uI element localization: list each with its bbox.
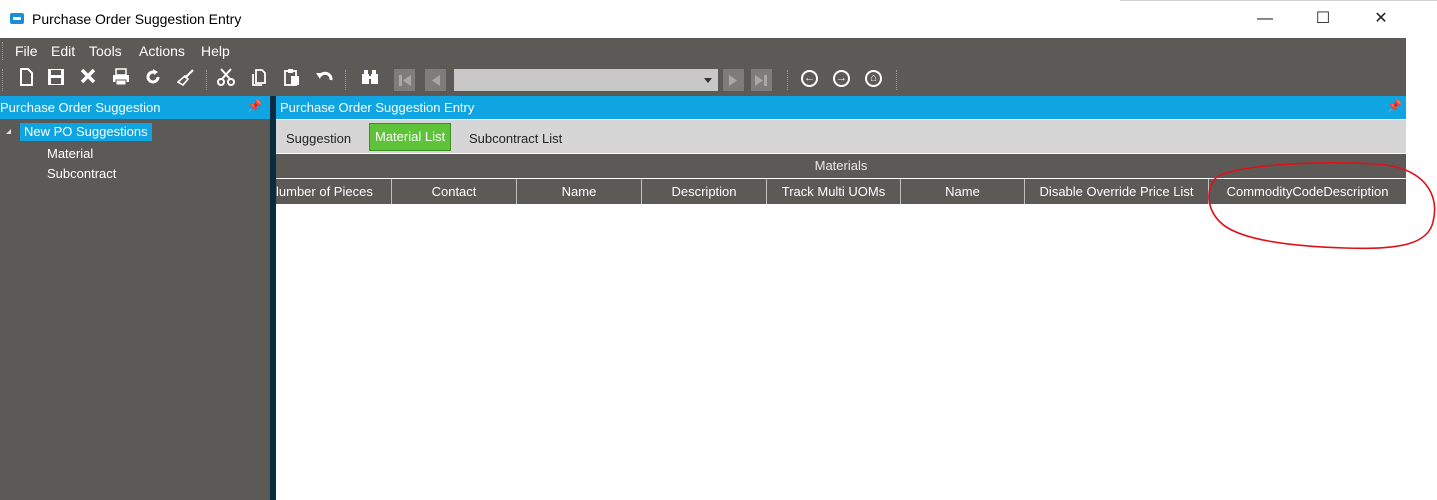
tree-expand-icon[interactable] [6,129,11,134]
new-icon[interactable] [15,68,37,90]
window-title-bar: Purchase Order Suggestion Entry — ☐ ✕ [0,0,1406,38]
paste-icon[interactable] [281,68,303,90]
maximize-button[interactable]: ☐ [1294,0,1352,38]
main-panel: Purchase Order Suggestion Entry 📌 Sugges… [276,96,1406,500]
tree-panel-header: Purchase Order Suggestion 📌 [0,96,270,119]
forward-icon[interactable]: → [833,70,850,87]
print-icon[interactable] [110,68,132,90]
tree-panel-title: Purchase Order Suggestion [0,100,161,115]
tab-strip: Suggestion Material List Subcontract Lis… [276,120,1406,153]
next-record-icon[interactable] [723,69,744,91]
save-icon[interactable] [45,68,67,90]
column-header-disable-override-price-list[interactable]: Disable Override Price List [1025,179,1209,204]
menu-tools[interactable]: Tools [89,43,122,59]
column-header-name-2[interactable]: Name [901,179,1025,204]
close-button[interactable]: ✕ [1352,0,1410,38]
column-header-contact[interactable]: Contact [392,179,517,204]
back-icon[interactable]: ← [801,70,818,87]
chevron-down-icon [704,78,712,83]
pin-icon[interactable]: 📌 [1387,99,1402,113]
tab-suggestion[interactable]: Suggestion [286,126,351,150]
pin-icon[interactable]: 📌 [247,99,262,113]
window-title: Purchase Order Suggestion Entry [32,11,242,27]
tab-material-list[interactable]: Material List [369,123,452,151]
minimize-button[interactable]: — [1236,0,1294,38]
home-icon[interactable]: ⌂ [865,70,882,87]
record-dropdown[interactable] [454,69,718,91]
toolbar-separator [206,70,208,90]
app-icon [10,13,24,24]
tree-node-new-po-suggestions[interactable]: New PO Suggestions [20,123,152,141]
main-panel-title: Purchase Order Suggestion Entry [280,100,475,115]
last-record-icon[interactable] [751,69,772,91]
delete-icon[interactable] [77,68,99,90]
column-header-number-of-pieces[interactable]: lumber of Pieces [276,179,392,204]
grid-group-header: Materials [276,154,1406,178]
previous-record-icon[interactable] [425,69,446,91]
tree-node-material[interactable]: Material [47,146,93,161]
main-panel-header: Purchase Order Suggestion Entry 📌 [276,96,1406,119]
refresh-icon[interactable] [142,68,164,90]
menu-grip [2,42,6,60]
menu-help[interactable]: Help [201,43,230,59]
tree-panel: Purchase Order Suggestion 📌 New PO Sugge… [0,96,270,500]
undo-icon[interactable] [313,68,335,90]
clear-icon[interactable] [175,68,197,90]
toolbar: ← → ⌂ [0,64,1406,96]
tab-subcontract-list[interactable]: Subcontract List [469,126,562,150]
window-border [1120,0,1437,1]
first-record-icon[interactable] [394,69,415,91]
menu-edit[interactable]: Edit [51,43,75,59]
menu-actions[interactable]: Actions [139,43,185,59]
cut-icon[interactable] [215,68,237,90]
tree-node-subcontract[interactable]: Subcontract [47,166,116,181]
column-header-commodity-code-description[interactable]: CommodityCodeDescription [1209,179,1406,204]
copy-icon[interactable] [248,68,270,90]
toolbar-separator [345,70,347,90]
column-header-name[interactable]: Name [517,179,642,204]
menu-file[interactable]: File [15,43,38,59]
toolbar-grip [2,69,6,91]
find-icon[interactable] [359,68,381,90]
column-header-description[interactable]: Description [642,179,767,204]
toolbar-separator [787,70,789,90]
toolbar-separator [896,70,898,90]
column-header-track-multi-uoms[interactable]: Track Multi UOMs [767,179,901,204]
menu-bar: File Edit Tools Actions Help [0,38,1406,64]
